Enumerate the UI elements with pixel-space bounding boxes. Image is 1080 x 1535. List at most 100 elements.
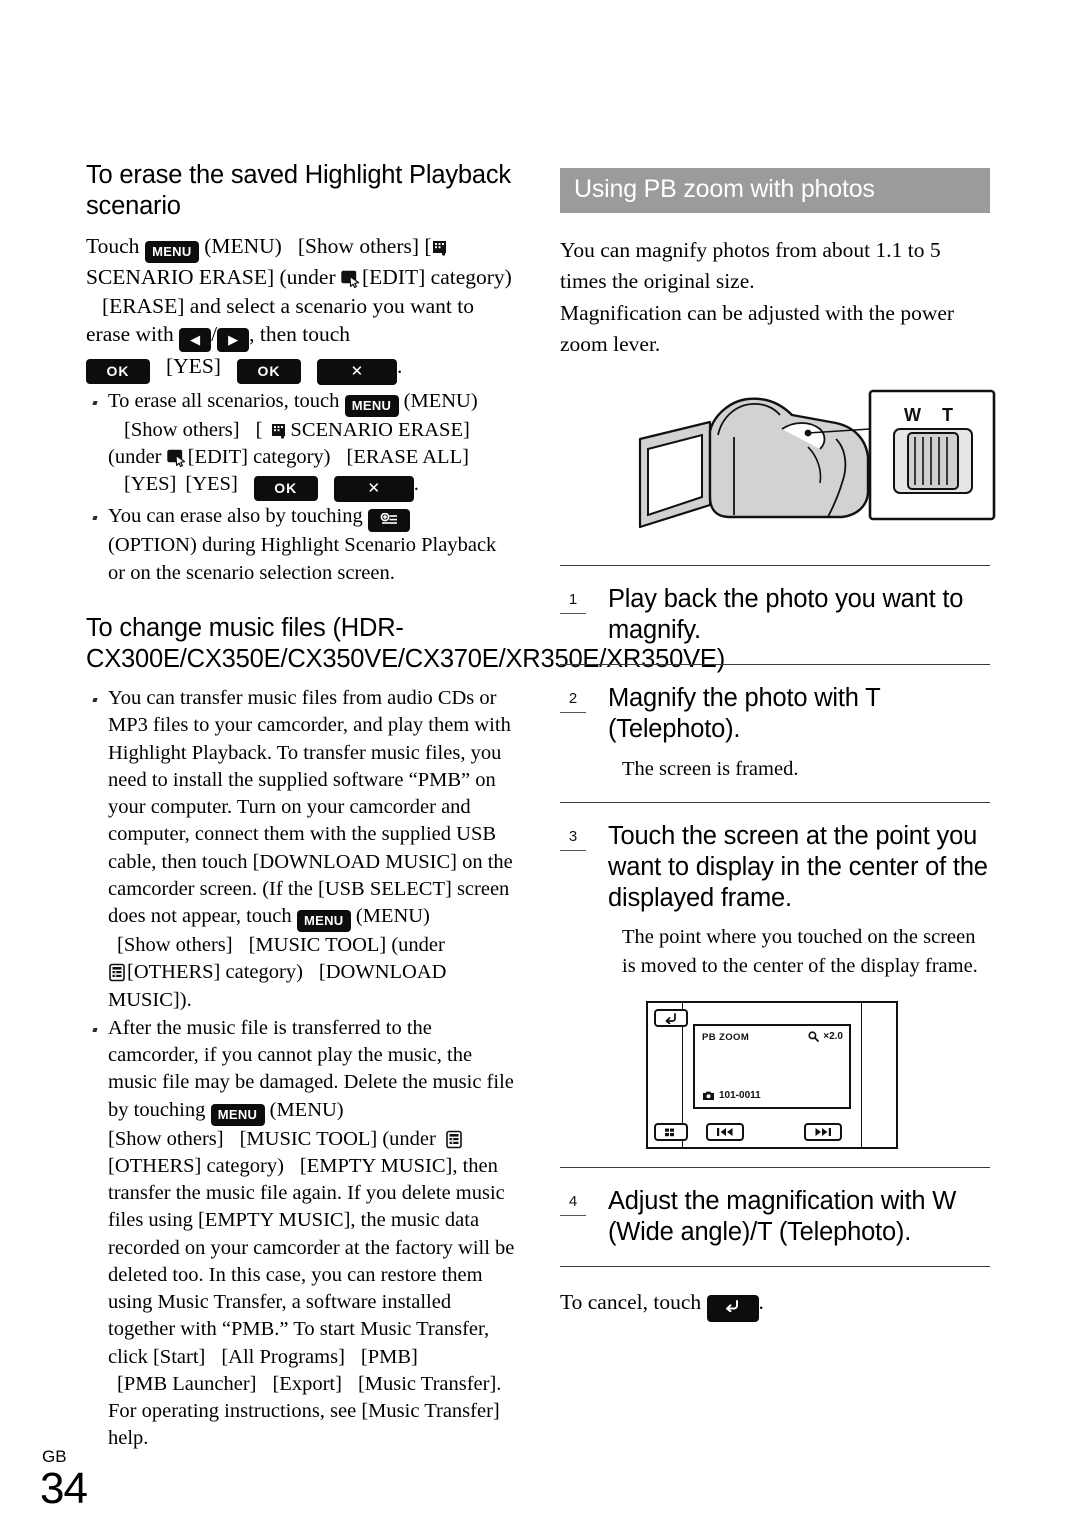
locale-code: GB (42, 1447, 67, 1466)
note-period: . (413, 473, 419, 496)
section-heading-change-music: To change music files (HDR-CX300E/CX350E… (86, 613, 725, 674)
ok-key-icon-2: OK (236, 358, 301, 384)
music-note2-text-10: [Export] (272, 1372, 342, 1395)
ok-key-icon-1: OK (86, 358, 150, 384)
step-number: 1 (560, 588, 586, 615)
menu-key-icon: MENU (144, 241, 199, 264)
file-number-value: 101-0011 (719, 1090, 761, 1102)
zoom-lever-t-label: T (942, 405, 953, 425)
music-note1-text-2: (MENU) (355, 905, 430, 928)
step-title: Play back the photo you want to magnify. (608, 585, 964, 645)
proc-text-6: [EDIT] (362, 265, 426, 290)
proc-text-10: , then touch (249, 321, 351, 346)
pb-zoom-screen-figure: PB ZOOM ×2.0 101-0011 (646, 1001, 898, 1150)
music-note1-text-5: [OTHERS] category) (127, 961, 303, 984)
close-key-icon-2: ✕ (333, 476, 414, 503)
proc-text-1: Touch (86, 234, 140, 259)
others-category-icon (108, 963, 127, 982)
step-number: 4 (560, 1190, 586, 1217)
pb-zoom-magnification-readout: ×2.0 (808, 1031, 843, 1042)
pb-zoom-label: PB ZOOM (702, 1032, 750, 1044)
close-key-icon-1: ✕ (316, 358, 397, 385)
magnification-value: ×2.0 (823, 1031, 843, 1043)
note-text-10: [YES] (185, 473, 238, 496)
music-note1-text-3: [Show others] (117, 934, 233, 957)
list-item: You can transfer music files from audio … (86, 685, 518, 1014)
proc-text-7: category) (430, 265, 512, 290)
zoom-lever-callout-box: W T (868, 389, 996, 521)
erase-scenario-procedure: Touch MENU (MENU) [Show others] [SCENARIO… (86, 232, 518, 385)
music-note2-text-4: [MUSIC TOOL] (under (239, 1127, 436, 1150)
note2-text-2: (OPTION) during Highlight Scenario Playb… (108, 534, 497, 584)
menu-key-icon: MENU (296, 910, 351, 933)
note-text-2: (MENU) (403, 389, 478, 412)
edit-category-icon (166, 449, 188, 468)
previous-icon[interactable] (706, 1123, 744, 1142)
option-key-icon (367, 509, 410, 533)
proc-text-5: SCENARIO ERASE] (under (86, 265, 336, 290)
step-3: 3 Touch the screen at the point you want… (560, 821, 990, 982)
pb-zoom-intro-1: You can magnify photos from about 1.1 to… (560, 238, 941, 293)
page-footer: GB 34 (40, 1447, 88, 1513)
right-column: Using PB zoom with photos You can magnif… (560, 168, 996, 1324)
step-divider (560, 664, 990, 666)
music-note2-text-6: [EMPTY MUSIC], then transfer the music f… (108, 1154, 515, 1368)
pb-zoom-intro-2: Magnification can be adjusted with the p… (560, 301, 955, 356)
ok-key-icon-3: OK (253, 476, 318, 502)
step-divider (560, 1266, 990, 1268)
list-item: After the music file is transferred to t… (86, 1015, 518, 1453)
index-grid-icon[interactable] (654, 1123, 688, 1142)
arrow-left-key-icon: ◀ (179, 327, 212, 352)
step-divider (560, 1167, 990, 1169)
screen-right-divider (861, 1003, 862, 1148)
note2-text-1: You can erase also by touching (108, 505, 363, 528)
pb-zoom-section-bar-heading: Using PB zoom with photos (560, 168, 990, 213)
erase-scenario-notes: To erase all scenarios, touch MENU (MENU… (86, 388, 518, 587)
page-number: 34 (40, 1464, 88, 1513)
music-note1-text-4: [MUSIC TOOL] (under (248, 934, 445, 957)
step-title: Touch the screen at the point you want t… (608, 821, 988, 912)
note-text-4: [ (255, 418, 263, 441)
edit-category-icon (341, 270, 362, 289)
note-text-3: [Show others] (124, 418, 240, 441)
menu-key-icon: MENU (210, 1103, 265, 1126)
arrow-right-key-icon: ▶ (217, 327, 250, 352)
next-icon[interactable] (804, 1123, 842, 1142)
list-item: To erase all scenarios, touch MENU (MENU… (86, 388, 518, 503)
music-note2-text-2: (MENU) (269, 1098, 344, 1121)
section-heading-erase-scenario: To erase the saved Highlight Playback sc… (86, 161, 511, 221)
proc-yes-1: [YES] (166, 353, 221, 378)
menu-key-icon: MENU (344, 394, 399, 417)
proc-period: . (396, 353, 403, 378)
pb-zoom-display-frame: PB ZOOM ×2.0 101-0011 (693, 1024, 851, 1110)
music-note2-text-3: [Show others] (108, 1127, 224, 1150)
back-arrow-icon[interactable] (654, 1009, 688, 1028)
note-text-9: [YES] (124, 473, 177, 496)
step-2: 2 Magnify the photo with T (Telephoto). … (560, 683, 990, 783)
music-note2-text-8: [PMB] (360, 1345, 418, 1368)
note-text-7: [EDIT] category) (187, 446, 331, 469)
note-text-1: To erase all scenarios, touch (108, 389, 340, 412)
music-note1-text-1: You can transfer music files from audio … (108, 687, 513, 928)
note-text-5: SCENARIO ERASE] (290, 418, 470, 441)
music-note2-text-5: [OTHERS] category) (108, 1154, 284, 1177)
left-column: To erase the saved Highlight Playback sc… (86, 160, 725, 1454)
others-category-icon (445, 1130, 464, 1149)
camcorder-body-shape (708, 397, 870, 519)
list-item: You can erase also by touching (OPTION) … (86, 503, 518, 587)
magnifier-icon (808, 1031, 820, 1043)
proc-text-3: [Show others] (297, 234, 420, 259)
step-note: The point where you touched on the scree… (622, 925, 978, 978)
music-note2-text-9: [PMB Launcher] (117, 1372, 257, 1395)
step-divider (560, 565, 990, 567)
step-number: 2 (560, 687, 586, 714)
proc-text-8: [ERASE] and select a scenario (102, 293, 368, 318)
cancel-period: . (758, 1290, 764, 1315)
photo-icon (703, 1091, 714, 1101)
manual-page: To erase the saved Highlight Playback sc… (0, 0, 1080, 1535)
scenario-erase-icon (271, 421, 290, 440)
cancel-instruction: To cancel, touch . (560, 1287, 990, 1323)
lcd-panel-shape (638, 420, 712, 529)
step-title: Adjust the magnification with W (Wide an… (608, 1187, 957, 1247)
cancel-text: To cancel, touch (560, 1290, 702, 1315)
